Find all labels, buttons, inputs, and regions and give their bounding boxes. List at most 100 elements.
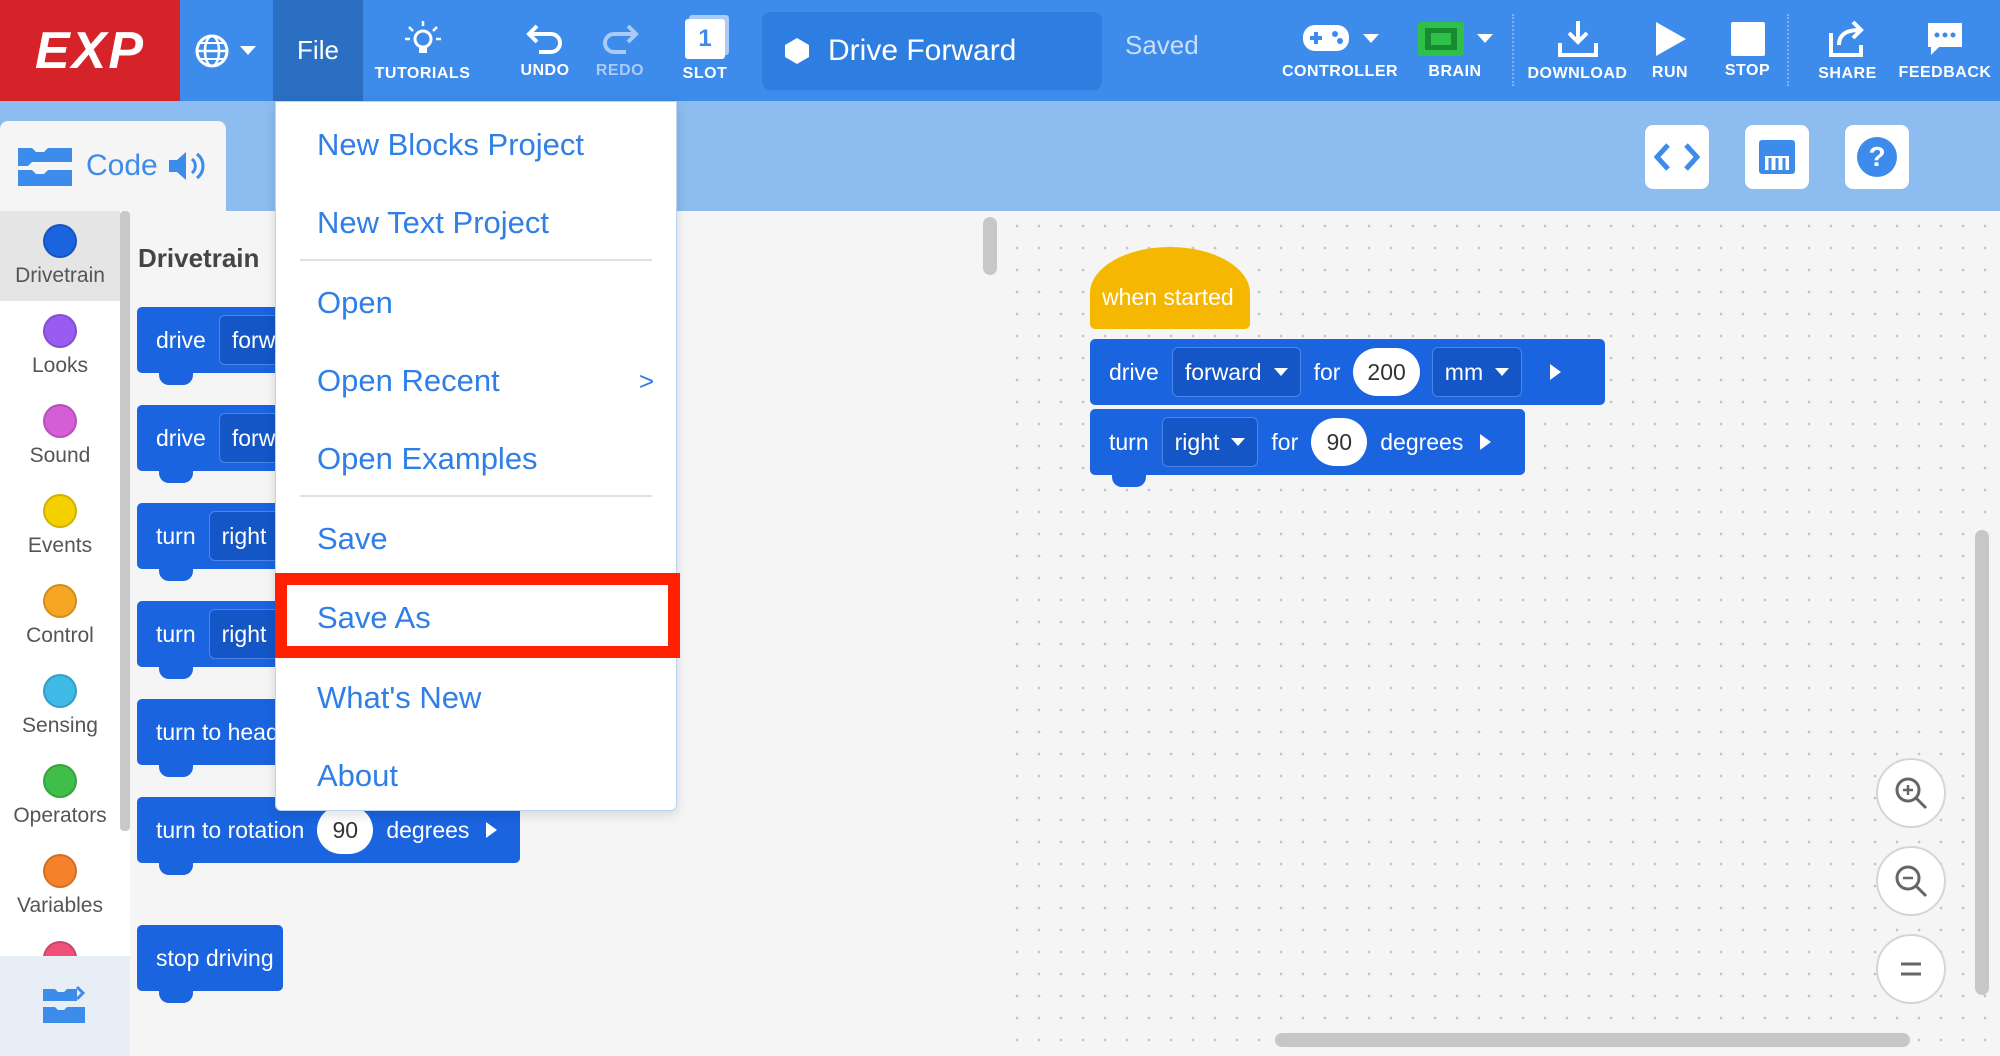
slot-button[interactable]: 1 SLOT [670, 0, 740, 101]
menu-item-label: About [317, 758, 399, 793]
download-button[interactable]: DOWNLOAD [1520, 0, 1635, 101]
distance-input[interactable]: 200 [1353, 348, 1420, 396]
dropdown-value: right [1174, 428, 1220, 455]
category-scrollbar[interactable] [120, 211, 130, 831]
angle-input[interactable]: 90 [1311, 418, 1368, 466]
menu-divider [300, 495, 652, 497]
controller-button[interactable]: CONTROLLER [1280, 0, 1400, 101]
block-text: degrees [1380, 428, 1464, 455]
menu-item-whats-new[interactable]: What's New [276, 663, 676, 733]
menu-item-new-text-project[interactable]: New Text Project [276, 188, 676, 258]
stop-button[interactable]: STOP [1715, 0, 1780, 101]
undo-button[interactable]: UNDO [510, 0, 580, 101]
category-label: Events [27, 534, 93, 557]
language-button[interactable] [185, 0, 265, 101]
brain-button[interactable]: BRAIN [1405, 0, 1505, 101]
run-button[interactable]: RUN [1640, 0, 1700, 101]
block-text: for [1271, 428, 1299, 455]
play-icon [1656, 21, 1686, 56]
palette-title: Drivetrain [138, 243, 260, 273]
play-arrow-icon [486, 822, 498, 838]
when-started-block[interactable]: when started [1090, 247, 1250, 329]
category-dot [43, 764, 77, 798]
reset-zoom-button[interactable] [1876, 934, 1946, 1004]
category-operators[interactable]: Operators [0, 751, 120, 841]
help-button[interactable]: ? [1845, 125, 1909, 189]
code-tab[interactable]: Code [0, 121, 226, 211]
menu-item-label: Open Examples [317, 441, 538, 476]
toolbar-divider [1512, 14, 1514, 86]
block-text: turn [156, 620, 196, 647]
menu-item-label: Open Recent [317, 363, 500, 398]
category-label: Looks [31, 354, 89, 377]
rotation-input[interactable]: 90 [317, 806, 374, 854]
brain-icon [1418, 21, 1464, 56]
share-button[interactable]: SHARE [1810, 0, 1885, 101]
workspace-vertical-scrollbar[interactable] [1975, 530, 1989, 995]
workspace-drive-block[interactable]: drive forward for 200 mm [1090, 339, 1605, 405]
category-dot [43, 941, 77, 956]
dropdown-value: right [221, 522, 267, 549]
unit-dropdown[interactable]: mm [1431, 347, 1523, 397]
feedback-label: FEEDBACK [1898, 63, 1992, 81]
menu-item-save-as[interactable]: Save As [276, 583, 676, 653]
zoom-in-button[interactable] [1876, 758, 1946, 828]
block-text: turn [1109, 428, 1149, 455]
file-menu-button[interactable]: File [273, 0, 363, 101]
menu-item-about[interactable]: About [276, 741, 676, 811]
menu-item-label: New Blocks Project [317, 127, 585, 162]
category-events[interactable]: Events [0, 481, 120, 571]
undo-label: UNDO [520, 61, 570, 79]
menu-item-save[interactable]: Save [276, 504, 676, 574]
globe-icon [195, 34, 229, 67]
workspace-turn-block[interactable]: turn right for 90 degrees [1090, 409, 1525, 487]
category-drivetrain[interactable]: Drivetrain [0, 211, 120, 301]
category-variables[interactable]: Variables [0, 841, 120, 931]
menu-item-label: What's New [317, 680, 482, 715]
slot-icon: 1 [685, 18, 725, 59]
lightbulb-icon [404, 20, 441, 53]
category-control[interactable]: Control [0, 571, 120, 661]
workspace-horizontal-scrollbar[interactable] [1275, 1033, 1910, 1047]
play-arrow-icon [1480, 434, 1492, 450]
chevron-down-icon [1273, 368, 1288, 376]
category-dot [43, 494, 77, 528]
zoom-out-button[interactable] [1876, 846, 1946, 916]
share-icon [1828, 20, 1864, 57]
palette-scrollbar[interactable] [983, 217, 997, 275]
menu-item-new-blocks-project[interactable]: New Blocks Project [276, 110, 676, 180]
menu-item-open-examples[interactable]: Open Examples [276, 424, 676, 494]
menu-item-open-recent[interactable]: Open Recent > [276, 346, 676, 416]
tutorials-button[interactable]: TUTORIALS [365, 0, 480, 101]
category-looks[interactable]: Looks [0, 301, 120, 391]
category-dot [43, 674, 77, 708]
direction-dropdown[interactable]: right [1161, 417, 1259, 467]
dropdown-value: mm [1444, 358, 1484, 385]
menu-item-label: Open [317, 285, 393, 320]
category-sidebar: Drivetrain Looks Sound Events Control Se… [0, 211, 130, 1056]
extensions-button[interactable] [0, 956, 130, 1056]
direction-dropdown[interactable]: forward [1171, 347, 1301, 397]
run-label: RUN [1651, 63, 1689, 81]
speaker-icon[interactable] [166, 149, 208, 183]
project-name-field[interactable]: Drive Forward [762, 12, 1102, 90]
code-workspace[interactable]: when started drive forward for 200 mm tu… [1000, 211, 2000, 1056]
device-button[interactable] [1745, 125, 1809, 189]
redo-label: REDO [595, 61, 645, 79]
category-more[interactable] [0, 931, 120, 956]
category-dot [43, 314, 77, 348]
brain-label: BRAIN [1428, 62, 1482, 80]
exp-logo: EXP [0, 0, 180, 101]
category-sensing[interactable]: Sensing [0, 661, 120, 751]
code-viewer-button[interactable] [1645, 125, 1709, 189]
feedback-button[interactable]: FEEDBACK [1895, 0, 1995, 101]
block-text: for [1313, 358, 1341, 385]
category-sound[interactable]: Sound [0, 391, 120, 481]
menu-item-open[interactable]: Open [276, 268, 676, 338]
stop-driving-block[interactable]: stop driving [137, 925, 283, 1003]
redo-button[interactable]: REDO [585, 0, 655, 101]
dropdown-value: right [221, 620, 267, 647]
play-arrow-icon [1550, 364, 1562, 380]
block-text: drive [156, 424, 206, 451]
category-label: Sensing [22, 714, 98, 737]
